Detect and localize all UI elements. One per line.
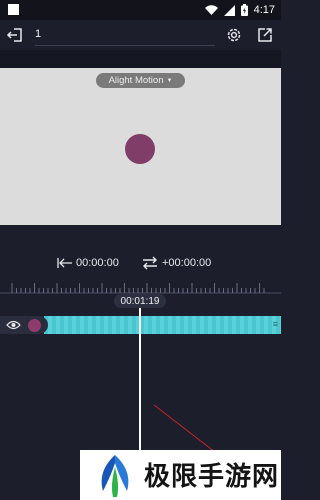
layer-header[interactable] [0,316,48,334]
battery-icon [240,4,248,16]
watermark-label: Alight Motion [108,75,164,86]
drag-handle-icon[interactable]: ≡ [273,319,278,329]
watermark-dropdown[interactable]: Alight Motion ▼ [96,73,185,88]
timeline-ruler[interactable] [0,280,281,294]
current-time: 00:01:19 [120,295,160,307]
loop-offset[interactable]: +00:00:00 [141,255,211,271]
jump-start-icon [57,258,72,268]
site-logo-icon [101,455,129,497]
offset-time: +00:00:00 [162,257,212,269]
layer-thumbnail [28,319,41,332]
loop-icon [143,256,157,270]
jump-to-start[interactable]: 00:00:00 [57,255,119,271]
signal-icon [223,4,235,16]
caret-down-icon: ▼ [166,77,173,84]
wifi-icon [204,4,218,15]
clock: 4:17 [253,4,275,16]
circle-shape[interactable] [125,134,155,164]
current-time-badge: 00:01:19 [114,294,166,308]
export-icon[interactable] [256,26,274,44]
status-indicators: 4:17 [204,2,275,18]
notification-icon [8,4,19,15]
eye-icon[interactable] [6,319,21,331]
layer-clip[interactable]: ≡ [44,316,281,334]
gear-icon[interactable] [225,26,243,44]
status-bar: 4:17 [0,0,281,20]
app-bar: 1 [0,20,281,50]
exit-icon[interactable] [6,26,24,44]
project-name-underline [35,45,215,46]
logo-banner: 极限手游网 [80,450,281,500]
logo-text: 极限手游网 [144,461,280,491]
project-name[interactable]: 1 [35,28,41,40]
start-time: 00:00:00 [76,257,119,269]
